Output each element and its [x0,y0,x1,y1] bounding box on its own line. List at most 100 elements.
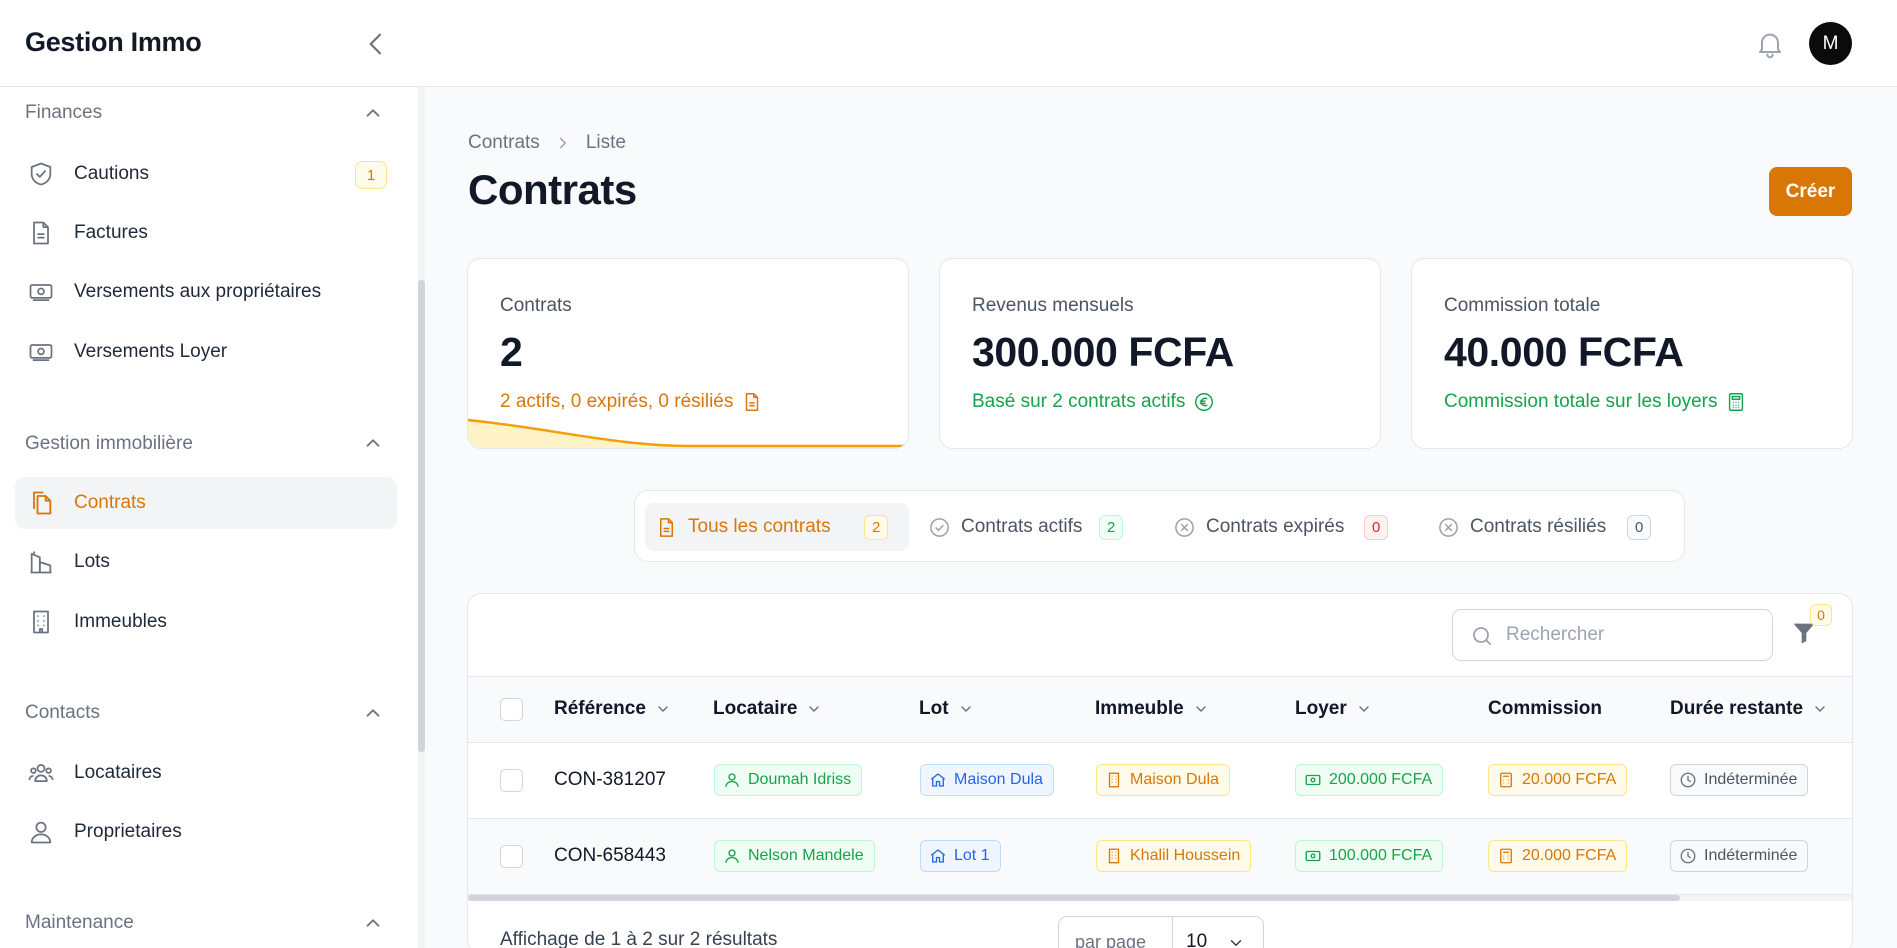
stat-description: Commission totale sur les loyers [1444,391,1747,413]
sidebar-group-contacts[interactable]: Contacts [25,702,100,724]
column-header-label: Commission [1488,698,1603,719]
select-all-checkbox[interactable] [500,698,523,721]
pill-label: 200.000 FCFA [1329,771,1433,788]
chevron-left-icon [369,33,382,55]
sidebar-item-cautions[interactable]: Cautions 1 [15,148,397,200]
column-header-label: Locataire [713,698,798,719]
per-page-select[interactable]: par page 10 [1058,916,1264,948]
chevron-down-icon [658,706,668,712]
tab-contrats-resilies[interactable]: Contrats résiliés 0 [1427,503,1667,551]
sidebar-item-immeubles[interactable]: Immeubles [15,596,397,648]
column-header-lot[interactable]: Lot [919,698,974,720]
bell-icon [1759,33,1781,59]
sidebar-group-maintenance[interactable]: Maintenance [25,912,134,934]
create-button[interactable]: Créer [1769,167,1852,216]
sidebar-item-label: Versements aux propriétaires [74,281,322,302]
cell-locataire[interactable]: Doumah Idriss [714,764,863,796]
pill-label: 100.000 FCFA [1329,847,1433,864]
stat-value: 2 [500,329,523,375]
column-header-loyer[interactable]: Loyer [1295,698,1372,720]
pill-label: Khalil Houssein [1130,847,1241,864]
euro-circle-icon [1195,393,1214,411]
pill-label: 20.000 FCFA [1522,771,1617,788]
column-header-reference[interactable]: Référence [554,698,671,720]
sidebar-item-locataires[interactable]: Locataires [15,747,397,799]
avatar[interactable]: M [1809,22,1852,65]
search-box[interactable] [1452,609,1773,661]
column-header-commission[interactable]: Commission [1488,698,1602,720]
x-circle-icon [1439,518,1458,537]
column-header-label: Loyer [1295,698,1347,719]
cell-lot[interactable]: Lot 1 [920,840,1001,872]
tab-count-badge: 2 [864,515,889,540]
chevron-up-icon[interactable] [362,102,384,124]
breadcrumb-current: Liste [585,132,626,153]
table-header: Référence Locataire Lot Immeuble Loyer C… [468,676,1852,743]
stat-label: Commission totale [1444,295,1601,316]
sidebar-group-gestion-immobiliere[interactable]: Gestion immobilière [25,433,193,455]
notifications-button[interactable] [1754,28,1786,60]
breadcrumb: Contrats Liste [468,132,626,154]
table-row[interactable]: CON-381207 Doumah Idriss Maison Dula Mai… [468,743,1852,819]
row-checkbox[interactable] [500,769,523,792]
sidebar-item-contrats[interactable]: Contrats [15,477,397,529]
pill-label: Maison Dula [954,771,1043,788]
shield-check-icon [30,162,52,186]
pill-label: Lot 1 [954,847,990,864]
banknote-icon [29,284,53,302]
office-building-icon [1108,848,1120,864]
column-header-label: Immeuble [1095,698,1184,719]
tab-label: Contrats expirés [1206,516,1345,537]
cell-loyer: 100.000 FCFA [1295,840,1444,872]
search-input[interactable] [1506,622,1756,648]
sidebar-scrollbar-thumb[interactable] [418,280,425,752]
tab-tous-les-contrats[interactable]: Tous les contrats 2 [645,503,909,551]
cell-duree-restante: Indéterminée [1670,764,1809,796]
top-bar: Gestion Immo M [0,0,1897,87]
column-header-locataire[interactable]: Locataire [713,698,822,720]
tab-label: Contrats résiliés [1470,516,1607,537]
row-checkbox[interactable] [500,845,523,868]
sidebar-item-versements-proprietaires[interactable]: Versements aux propriétaires [15,266,397,318]
sidebar-item-label: Locataires [74,762,162,783]
filter-count-badge: 0 [1810,604,1832,626]
column-header-duree-restante[interactable]: Durée restante [1670,698,1828,720]
pill-label: Maison Dula [1130,771,1219,788]
cell-commission: 20.000 FCFA [1488,764,1628,796]
tab-count-badge: 0 [1627,515,1652,540]
users-icon [28,763,54,783]
sidebar-item-factures[interactable]: Factures [15,207,397,259]
collapse-sidebar-button[interactable] [360,28,392,60]
breadcrumb-contrats-link[interactable]: Contrats [468,132,540,154]
sidebar-item-label: Versements Loyer [74,341,228,362]
user-icon [725,849,739,863]
sidebar-item-proprietaires[interactable]: Proprietaires [15,806,397,858]
chevron-down-icon [1815,706,1825,712]
table-scrollbar-thumb[interactable] [468,895,1680,901]
column-header-immeuble[interactable]: Immeuble [1095,698,1209,720]
cell-locataire[interactable]: Nelson Mandele [714,840,875,872]
sidebar-item-lots[interactable]: Lots [15,536,397,588]
cell-immeuble[interactable]: Maison Dula [1096,764,1230,796]
office-building-icon [1108,772,1120,788]
cell-lot[interactable]: Maison Dula [920,764,1054,796]
tab-contrats-actifs[interactable]: Contrats actifs 2 [918,503,1148,551]
calculator-icon [1500,848,1512,864]
page-title: Contrats [468,166,637,213]
contracts-table-card: 0 Référence Locataire Lot Immeuble Loyer… [467,593,1853,948]
pill-label: 20.000 FCFA [1522,847,1617,864]
sidebar-item-versements-loyer[interactable]: Versements Loyer [15,326,397,378]
sidebar-group-finances[interactable]: Finances [25,102,102,124]
chevron-up-icon[interactable] [362,702,384,724]
pill-label: Nelson Mandele [748,847,864,864]
check-circle-icon [930,518,949,537]
per-page-label: par page [1075,932,1147,948]
table-row[interactable]: CON-658443 Nelson Mandele Lot 1 Khalil H… [468,819,1852,895]
user-icon [30,821,52,844]
clock-icon [1680,848,1696,864]
chevron-up-icon[interactable] [362,912,384,934]
sidebar-item-label: Lots [74,551,110,572]
chevron-up-icon[interactable] [362,432,384,454]
tab-contrats-expires[interactable]: Contrats expirés 0 [1163,503,1408,551]
cell-immeuble[interactable]: Khalil Houssein [1096,840,1252,872]
